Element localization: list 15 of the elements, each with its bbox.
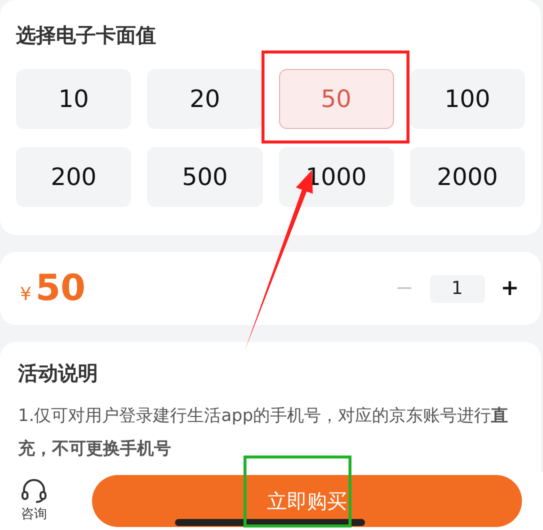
currency-symbol: ¥ <box>20 284 32 305</box>
activity-text: 1.仅可对用户登录建行生活app的手机号，对应的京东账号进行直充，不可更换手机号 <box>18 405 510 461</box>
plus-button[interactable]: + <box>498 276 521 301</box>
denomination-option[interactable]: 500 <box>147 147 262 207</box>
denomination-option[interactable]: 10 <box>16 69 132 129</box>
denomination-option[interactable]: 2000 <box>410 147 525 207</box>
headset-icon[interactable] <box>21 479 47 503</box>
price-amount: 50 <box>35 268 86 309</box>
consult-label[interactable]: 咨询 <box>21 505 47 523</box>
denomination-option[interactable]: 200 <box>16 147 132 207</box>
denomination-option[interactable]: 100 <box>410 69 525 129</box>
denomination-option[interactable]: 20 <box>147 69 262 129</box>
section-title: 活动说明 <box>18 360 99 387</box>
quantity-field[interactable]: 1 <box>430 274 485 302</box>
section-title: 选择电子卡面值 <box>16 22 157 49</box>
